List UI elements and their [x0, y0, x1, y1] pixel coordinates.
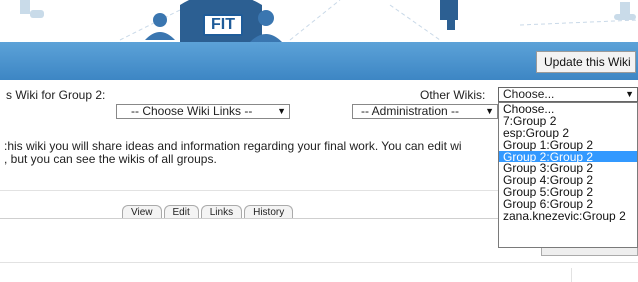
- other-wikis-select-value: Choose...: [503, 87, 555, 101]
- description-line-2: , but you can see the wikis of all group…: [4, 152, 217, 166]
- dropdown-option[interactable]: esp:Group 2: [499, 127, 637, 139]
- other-wikis-label: Other Wikis:: [420, 88, 486, 102]
- tab-links[interactable]: Links: [200, 205, 243, 219]
- dropdown-option[interactable]: zana.knezevic:Group 2: [499, 210, 637, 222]
- dropdown-option[interactable]: Group 3:Group 2: [499, 162, 637, 175]
- tab-edit[interactable]: Edit: [163, 205, 199, 219]
- divider: [0, 262, 638, 263]
- dropdown-option[interactable]: 7:Group 2: [499, 115, 637, 127]
- dropdown-option[interactable]: Group 1:Group 2: [499, 139, 637, 151]
- administration-select[interactable]: -- Administration -- ▼: [352, 104, 498, 119]
- wiki-tabs: View Edit Links History: [122, 205, 295, 219]
- chevron-down-icon: ▼: [625, 89, 634, 99]
- update-wiki-button[interactable]: Update this Wiki: [536, 51, 636, 73]
- divider: [571, 268, 572, 282]
- administration-select-value: -- Administration --: [361, 104, 460, 118]
- fit-logo: FIT: [203, 14, 243, 36]
- wiki-title-label: s Wiki for Group 2:: [6, 88, 106, 102]
- tab-history[interactable]: History: [244, 205, 294, 219]
- dropdown-option[interactable]: Group 2:Group 2: [499, 150, 637, 163]
- dropdown-option[interactable]: Group 6:Group 2: [499, 198, 637, 210]
- wiki-links-select[interactable]: -- Choose Wiki Links -- ▼: [116, 104, 290, 119]
- dropdown-option[interactable]: Group 5:Group 2: [499, 186, 637, 198]
- wiki-description: :his wiki you will share ideas and infor…: [4, 140, 500, 166]
- chevron-down-icon: ▼: [485, 106, 494, 116]
- tab-view[interactable]: View: [122, 205, 162, 219]
- banner-graphic: [20, 0, 638, 42]
- wiki-links-select-value: -- Choose Wiki Links --: [131, 104, 253, 118]
- chevron-down-icon: ▼: [277, 106, 286, 116]
- other-wikis-select[interactable]: Choose... ▼: [498, 87, 638, 102]
- other-wikis-dropdown-list[interactable]: Choose... 7:Group 2 esp:Group 2 Group 1:Gro…: [498, 102, 638, 248]
- top-toolbar: Update this Wiki: [0, 42, 638, 80]
- dropdown-option[interactable]: Choose...: [499, 103, 637, 115]
- site-banner: FIT: [0, 0, 638, 42]
- dropdown-option[interactable]: Group 4:Group 2: [499, 174, 637, 186]
